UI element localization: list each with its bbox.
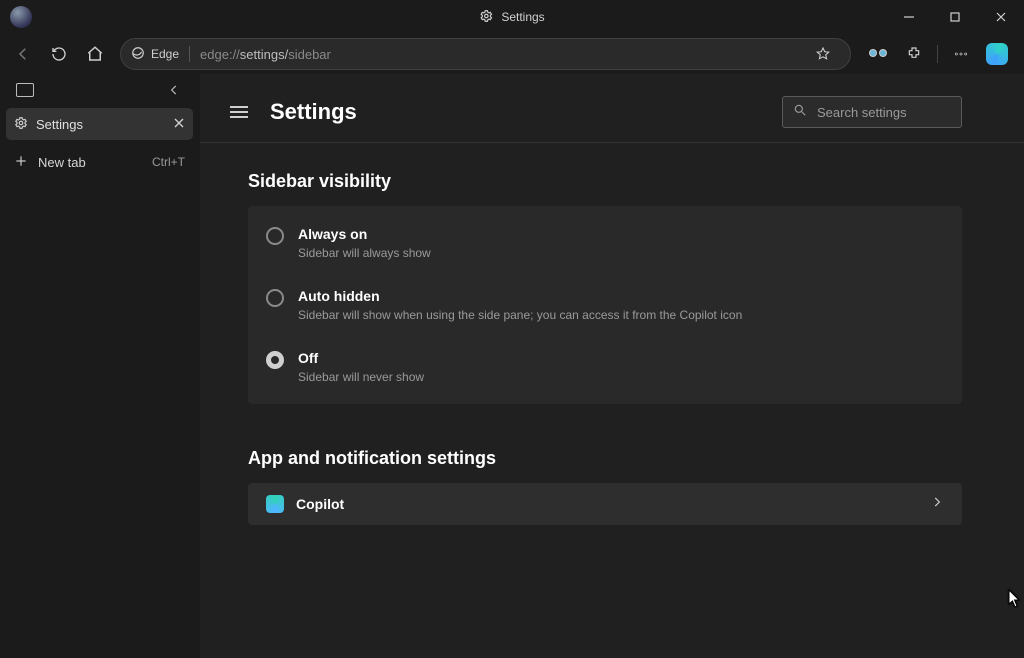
radio-label: Always on: [298, 226, 431, 242]
radio-label: Auto hidden: [298, 288, 742, 304]
settings-search-input[interactable]: [817, 105, 993, 120]
copilot-icon: [266, 495, 284, 513]
maximize-button[interactable]: [932, 0, 978, 34]
chevron-right-icon: [930, 495, 944, 514]
plus-icon: [14, 154, 28, 171]
radio-label: Off: [298, 350, 424, 366]
mouse-cursor: [1008, 589, 1022, 614]
radio-auto-hidden[interactable]: Auto hidden Sidebar will show when using…: [248, 274, 962, 336]
gear-icon: [479, 9, 493, 26]
address-chip-label: Edge: [151, 47, 179, 61]
sidebar-visibility-group: Always on Sidebar will always show Auto …: [248, 206, 962, 404]
radio-desc: Sidebar will never show: [298, 370, 424, 384]
settings-page: Settings Sidebar visibility Always on Si…: [200, 74, 1024, 658]
radio-desc: Sidebar will always show: [298, 246, 431, 260]
profile-avatar[interactable]: [10, 6, 32, 28]
radio-always-on[interactable]: Always on Sidebar will always show: [248, 212, 962, 274]
vertical-tab-rail: Settings New tab Ctrl+T: [0, 74, 200, 658]
window-title: Settings: [501, 10, 544, 24]
url-text: edge://settings/sidebar: [200, 47, 796, 62]
radio-desc: Sidebar will show when using the side pa…: [298, 308, 742, 322]
collapse-rail-button[interactable]: [157, 74, 191, 106]
page-title: Settings: [270, 99, 357, 125]
settings-search-box[interactable]: [782, 96, 962, 128]
gear-icon: [14, 116, 28, 133]
tab-label: Settings: [36, 117, 83, 132]
favorite-star-icon[interactable]: [806, 38, 840, 70]
close-tab-button[interactable]: [173, 117, 185, 132]
more-menu-button[interactable]: [944, 38, 978, 70]
new-tab-shortcut: Ctrl+T: [152, 155, 185, 169]
copilot-button[interactable]: [980, 38, 1014, 70]
radio-icon: [266, 289, 284, 307]
section-sidebar-visibility-title: Sidebar visibility: [248, 171, 962, 192]
divider: [937, 45, 938, 63]
section-app-notification-title: App and notification settings: [248, 448, 962, 469]
edge-logo-icon: [131, 46, 145, 63]
radio-icon: [266, 227, 284, 245]
close-button[interactable]: [978, 0, 1024, 34]
divider: [189, 46, 190, 62]
new-tab-label: New tab: [38, 155, 86, 170]
app-row-copilot[interactable]: Copilot: [248, 483, 962, 525]
new-tab-button[interactable]: New tab Ctrl+T: [6, 146, 193, 178]
address-bar[interactable]: Edge edge://settings/sidebar: [120, 38, 851, 70]
browser-toolbar: Edge edge://settings/sidebar: [0, 34, 1024, 74]
tab-settings[interactable]: Settings: [6, 108, 193, 140]
incognito-goggles-icon[interactable]: [861, 38, 895, 70]
refresh-button[interactable]: [42, 38, 76, 70]
titlebar: Settings: [0, 0, 1024, 34]
radio-icon: [266, 351, 284, 369]
minimize-button[interactable]: [886, 0, 932, 34]
home-button[interactable]: [78, 38, 112, 70]
app-row-label: Copilot: [296, 496, 344, 512]
tab-actions-button[interactable]: [8, 74, 42, 106]
back-button[interactable]: [6, 38, 40, 70]
radio-off[interactable]: Off Sidebar will never show: [248, 336, 962, 398]
search-icon: [793, 103, 807, 122]
extensions-button[interactable]: [897, 38, 931, 70]
settings-menu-button[interactable]: [222, 96, 256, 128]
